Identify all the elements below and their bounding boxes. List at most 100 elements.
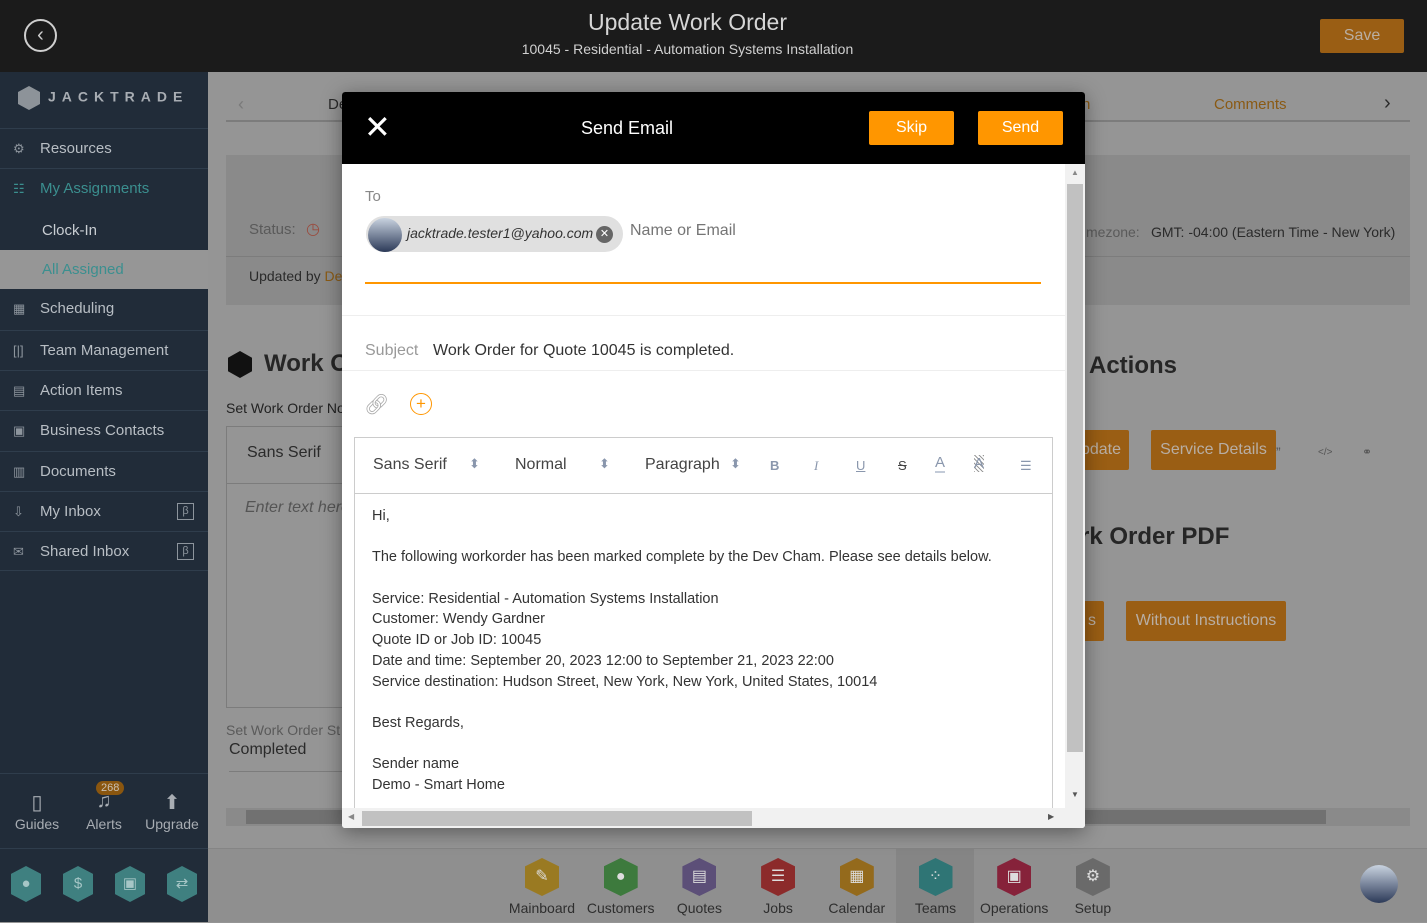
calendar-icon: ▦ — [13, 301, 26, 316]
link-icon[interactable]: ⚭ — [1362, 445, 1372, 459]
upgrade-button[interactable]: ⬆ Upgrade — [142, 790, 202, 832]
skip-button[interactable]: Skip — [869, 111, 954, 145]
inbox-icon: ⇩ — [13, 504, 24, 519]
app-label: Mainboard — [508, 900, 576, 916]
status-label: Status: — [249, 221, 296, 238]
tab-comments[interactable]: Comments — [1214, 96, 1287, 113]
app-setup[interactable]: ⚙ Setup — [1054, 858, 1132, 916]
logo: JACKTRADE — [18, 86, 188, 110]
notes-editor[interactable]: Sans Serif Enter text here — [226, 426, 357, 708]
format-select-arrows-icon: ⬍ — [730, 456, 741, 471]
notes-label: Set Work Order No — [226, 400, 345, 416]
list-icon[interactable]: ☰ — [1020, 458, 1032, 474]
timezone-label: mezone: — [1086, 224, 1140, 240]
bold-icon[interactable]: B — [770, 458, 779, 473]
alerts-button[interactable]: ♫ Alerts — [74, 790, 134, 832]
hexagon-icon — [228, 351, 252, 378]
to-label: To — [365, 188, 381, 205]
send-button[interactable]: Send — [978, 111, 1063, 145]
sidebar-item-scheduling[interactable]: ▦ Scheduling — [0, 289, 208, 329]
teams-icon: ⁘ — [918, 858, 953, 896]
sidebar-item-shared-inbox[interactable]: ✉ Shared Inbox β — [0, 531, 208, 571]
guides-button[interactable]: ▯ Guides — [7, 790, 67, 832]
sidebar-item-team-management[interactable]: [|] Team Management — [0, 330, 208, 370]
sidebar-item-clock-in[interactable]: Clock-In — [0, 211, 208, 250]
clock-alert-icon: ◷ — [306, 221, 320, 238]
notes-font-select[interactable]: Sans Serif — [247, 444, 321, 462]
app-jobs[interactable]: ☰ Jobs — [739, 858, 817, 916]
service-details-button[interactable]: Service Details — [1151, 430, 1276, 470]
email-body-line: Hi, — [372, 508, 390, 524]
strikethrough-icon[interactable]: S — [898, 458, 907, 473]
beta-badge: β — [177, 543, 194, 560]
recipient-avatar — [368, 218, 402, 252]
email-body[interactable]: Hi, The following workorder has been mark… — [372, 506, 1042, 796]
resources-icon: ⚙ — [13, 141, 25, 156]
user-avatar[interactable] — [1360, 865, 1398, 903]
notes-placeholder[interactable]: Enter text here — [245, 499, 350, 517]
without-instructions-button[interactable]: Without Instructions — [1126, 601, 1286, 641]
format-select[interactable]: Paragraph — [645, 456, 720, 474]
code-icon[interactable]: </> — [1318, 447, 1332, 458]
highlight-icon[interactable]: A — [974, 455, 985, 472]
italic-icon[interactable]: I — [814, 458, 818, 474]
mainboard-icon: ✎ — [525, 858, 559, 896]
app-quotes[interactable]: ▤ Quotes — [660, 858, 738, 916]
vertical-scroll-thumb[interactable] — [1067, 184, 1083, 752]
font-select[interactable]: Sans Serif — [373, 456, 447, 474]
page-subtitle: 10045 - Residential - Automation Systems… — [521, 41, 854, 57]
operations-icon: ▣ — [997, 858, 1032, 896]
app-label: Calendar — [828, 900, 886, 916]
underline-icon[interactable]: U — [856, 458, 865, 473]
app-calendar[interactable]: ▦ Calendar — [818, 858, 896, 916]
email-body-line: The following workorder has been marked … — [372, 549, 992, 566]
remove-recipient-icon[interactable]: ✕ — [596, 226, 613, 243]
quote-icon[interactable]: ” — [1276, 444, 1281, 460]
customers-icon: ● — [603, 858, 638, 896]
subject-label: Subject — [365, 342, 419, 359]
sidebar-item-all-assigned[interactable]: All Assigned — [0, 250, 208, 289]
setup-icon: ⚙ — [1075, 858, 1110, 896]
sidebar-item-business-contacts[interactable]: ▣ Business Contacts — [0, 410, 208, 450]
calendar-icon: ▦ — [839, 858, 874, 896]
email-body-line — [372, 568, 1042, 589]
subject-input[interactable]: Work Order for Quote 10045 is completed. — [433, 342, 734, 360]
app-label: Teams — [914, 900, 957, 916]
horizontal-scroll-thumb[interactable] — [362, 811, 752, 826]
recipient-input[interactable] — [630, 222, 930, 240]
sidebar-item-documents[interactable]: ▥ Documents — [0, 451, 208, 491]
dialog-title: Send Email — [580, 118, 674, 138]
update-button[interactable]: pdate — [1080, 430, 1129, 470]
font-select-arrows-icon: ⬍ — [469, 456, 480, 471]
beta-badge: β — [177, 503, 194, 520]
sidebar-item-my-inbox[interactable]: ⇩ My Inbox β — [0, 491, 208, 531]
app-customers[interactable]: ● Customers — [582, 858, 660, 916]
tabs-next-icon[interactable]: › — [1384, 92, 1391, 115]
app-teams[interactable]: ⁘ Teams — [897, 858, 975, 916]
upgrade-arrow-icon: ⬆ — [163, 792, 181, 814]
team-icon: [|] — [13, 343, 24, 358]
app-mainboard[interactable]: ✎ Mainboard — [503, 858, 581, 916]
dialog-header: ✕ Send Email Skip Send — [342, 92, 1085, 164]
sidebar-item-action-items[interactable]: ▤ Action Items — [0, 370, 208, 410]
sidebar-item-resources[interactable]: ⚙ Resources — [0, 128, 208, 168]
recipient-chip: jacktrade.tester1@yahoo.com ✕ — [366, 216, 623, 252]
status-select[interactable]: Completed — [229, 741, 349, 772]
save-button[interactable]: Save — [1320, 19, 1404, 53]
email-body-line: Sender name — [372, 756, 460, 773]
sidebar-item-my-assignments[interactable]: ☷ My Assignments — [0, 168, 208, 208]
app-label: Setup — [1074, 900, 1112, 916]
text-color-icon[interactable]: A — [935, 454, 946, 473]
email-body-line: Date and time: September 20, 2023 12:00 … — [372, 652, 834, 669]
attachment-icon[interactable]: 🔗︎ — [364, 392, 389, 417]
page-title: Update Work Order — [588, 9, 787, 35]
app-operations[interactable]: ▣ Operations — [975, 858, 1053, 916]
app-label: Jobs — [763, 900, 793, 916]
size-select[interactable]: Normal — [515, 456, 567, 474]
add-icon[interactable]: + — [410, 393, 432, 415]
email-body-line: Best Regards, — [372, 714, 464, 731]
actions-heading: Actions — [1089, 352, 1178, 379]
recipient-email: jacktrade.tester1@yahoo.com — [407, 225, 594, 241]
tabs-prev-icon[interactable]: ‹ — [238, 94, 244, 115]
to-underline — [365, 282, 1041, 284]
